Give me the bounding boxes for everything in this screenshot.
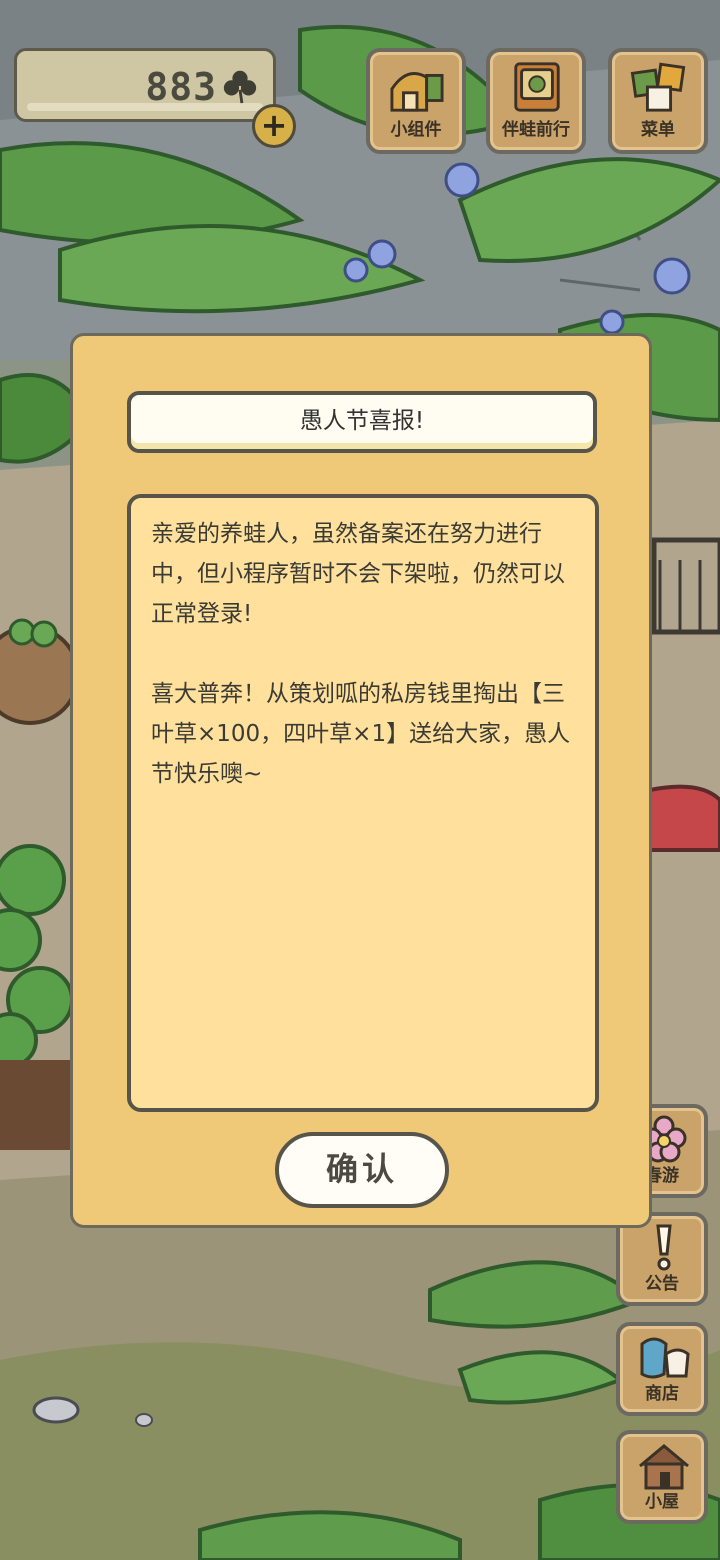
widget-icon xyxy=(390,72,444,112)
dialog-body[interactable]: 亲爱的养蛙人，虽然备案还在努力进行中，但小程序暂时不会下架啦，仍然可以正常登录!… xyxy=(127,494,599,1112)
shop-button[interactable]: 商店 xyxy=(616,1322,708,1416)
dialog-message: 亲爱的养蛙人，虽然备案还在努力进行中，但小程序暂时不会下架啦，仍然可以正常登录!… xyxy=(151,521,571,787)
menu-cards-icon xyxy=(630,62,686,112)
travel-together-label: 伴蛙前行 xyxy=(502,120,570,140)
house-button[interactable]: 小屋 xyxy=(616,1430,708,1524)
house-label: 小屋 xyxy=(645,1492,679,1512)
exclamation-icon xyxy=(656,1224,672,1271)
dialog-title-box: 愚人节喜报! xyxy=(127,391,597,453)
add-clover-button[interactable]: + xyxy=(252,104,296,148)
clover-count: 883 xyxy=(145,65,217,109)
menu-label: 菜单 xyxy=(641,120,675,140)
clover-icon xyxy=(223,70,257,104)
house-icon xyxy=(639,1444,689,1490)
shop-bag-icon xyxy=(640,1337,690,1379)
clover-counter: 883 xyxy=(14,48,276,122)
book-icon xyxy=(514,62,560,112)
notice-label: 公告 xyxy=(645,1274,679,1294)
shop-label: 商店 xyxy=(645,1384,679,1404)
widget-button[interactable]: 小组件 xyxy=(366,48,466,154)
confirm-button[interactable]: 确认 xyxy=(275,1132,449,1208)
announcement-dialog: 愚人节喜报! 亲爱的养蛙人，虽然备案还在努力进行中，但小程序暂时不会下架啦，仍然… xyxy=(70,333,652,1228)
menu-button[interactable]: 菜单 xyxy=(608,48,708,154)
dialog-title: 愚人节喜报! xyxy=(299,408,425,434)
travel-together-button[interactable]: 伴蛙前行 xyxy=(486,48,586,154)
widget-label: 小组件 xyxy=(390,120,442,140)
